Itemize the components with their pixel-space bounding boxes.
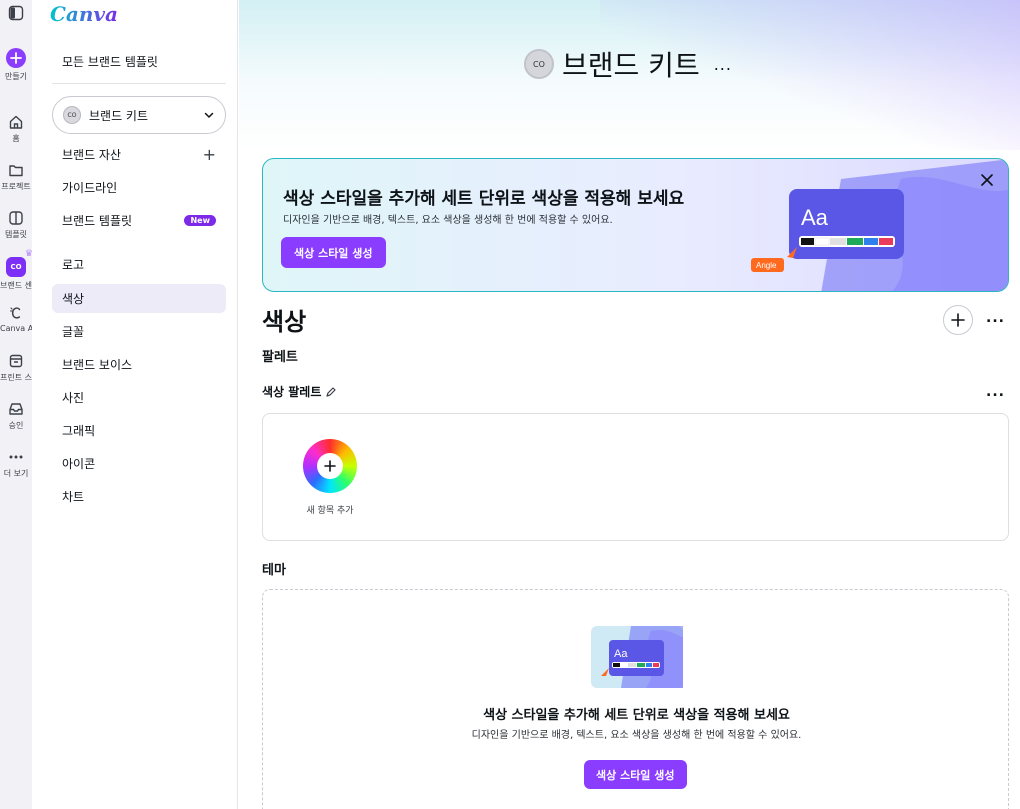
more-icon: [9, 455, 23, 459]
add-color-button[interactable]: [943, 305, 973, 335]
all-brand-templates-link[interactable]: 모든 브랜드 템플릿: [62, 53, 158, 70]
colors-heading: 색상: [262, 308, 307, 336]
theme-empty-title: 색상 스타일을 추가해 세트 단위로 색상을 적용해 보세요: [483, 708, 790, 723]
add-new-label: 새 항목 추가: [306, 506, 354, 516]
sidebar-item-guidelines[interactable]: 가이드라인: [52, 173, 226, 202]
sidebar-item-brand-assets[interactable]: 브랜드 자산 +: [52, 140, 226, 169]
rail-label-templates: 템플릿: [4, 230, 28, 239]
colors-more-button[interactable]: ...: [986, 310, 1005, 326]
theme-art-text: Aa: [614, 648, 628, 660]
home-icon: [9, 115, 23, 129]
add-asset-plus-icon[interactable]: +: [203, 146, 216, 163]
sidebar-item-label: 색상: [62, 292, 85, 306]
pencil-icon[interactable]: [325, 386, 337, 398]
create-color-style-button[interactable]: 색상 스타일 생성: [281, 237, 386, 268]
close-icon[interactable]: [978, 171, 996, 189]
main-content: CO 브랜드 키트 ... 색상 스타일을 추가해 세트 단위로 색상을 적용해…: [239, 0, 1020, 809]
sidebar-toggle-button[interactable]: [0, 5, 32, 21]
sidebar-item-brand-voice[interactable]: 브랜드 보이스: [52, 350, 226, 379]
brand-kit-select[interactable]: CO 브랜드 키트: [52, 96, 226, 134]
create-color-style-button-secondary[interactable]: 색상 스타일 생성: [584, 760, 687, 789]
sidebar-item-label: 글꼴: [62, 325, 85, 339]
rail-item-templates[interactable]: 템플릿: [0, 210, 32, 240]
add-color-swatch-button[interactable]: [303, 439, 357, 493]
brand-icon: CO ♛: [6, 249, 33, 277]
sidebar-item-label: 브랜드 자산: [62, 148, 122, 162]
theme-illustration: Aa: [591, 626, 683, 688]
divider: [52, 83, 226, 84]
page-title-text: 브랜드 키트: [562, 49, 700, 82]
print-icon: [9, 354, 23, 368]
rail-item-print[interactable]: 프린트 스...: [0, 353, 32, 383]
color-palette-title[interactable]: 색상 팔레트: [262, 383, 337, 400]
canva-ai-icon: [9, 307, 21, 319]
sidebar-item-fonts[interactable]: 글꼴: [52, 317, 226, 346]
banner-subtitle: 디자인을 기반으로 배경, 텍스트, 요소 색상을 생성해 한 번에 적용할 수…: [283, 215, 613, 226]
brand-sidebar: Canva 모든 브랜드 템플릿 CO 브랜드 키트 브랜드 자산 + 가이드라…: [32, 0, 238, 809]
chevron-down-icon: [204, 112, 214, 118]
sidebar-item-colors[interactable]: 색상: [52, 284, 226, 313]
title-more-button[interactable]: ...: [714, 55, 732, 74]
rail-label-canva-ai: Canva AI: [0, 324, 32, 333]
new-badge: New: [184, 215, 216, 226]
sidebar-item-label: 사진: [62, 391, 85, 405]
rail-label-approval: 승인: [8, 421, 24, 430]
create-button[interactable]: 만들기: [0, 48, 32, 82]
sidebar-item-label: 로고: [62, 258, 85, 272]
palette-heading: 팔레트: [262, 350, 298, 365]
template-icon: [9, 211, 23, 225]
plus-icon: [6, 48, 26, 68]
sidebar-item-icons[interactable]: 아이콘: [52, 449, 226, 478]
theme-empty-state: Aa 색상 스타일을 추가해 세트 단위로 색상을 적용해 보세요 디자인을 기…: [262, 589, 1009, 809]
sidebar-item-label: 아이콘: [62, 457, 96, 471]
sidebar-item-logo[interactable]: 로고: [52, 250, 226, 279]
rail-label-more: 더 보기: [3, 469, 29, 478]
rail-label-projects: 프로젝트: [1, 182, 31, 191]
sidebar-item-label: 브랜드 템플릿: [62, 214, 133, 228]
sidebar-item-label: 가이드라인: [62, 181, 118, 195]
rail-item-home[interactable]: 홈: [0, 114, 32, 144]
theme-heading: 테마: [262, 563, 286, 578]
rail-item-brand[interactable]: CO ♛ 브랜드 센터: [0, 249, 33, 291]
banner-art-tag: Angle: [756, 261, 777, 270]
sidebar-item-graphics[interactable]: 그래픽: [52, 416, 226, 445]
brand-kit-select-label: 브랜드 키트: [89, 108, 149, 123]
rail-item-more[interactable]: 더 보기: [0, 449, 32, 479]
sidebar-item-label: 차트: [62, 490, 85, 504]
color-style-banner: 색상 스타일을 추가해 세트 단위로 색상을 적용해 보세요 디자인을 기반으로…: [262, 158, 1009, 292]
canva-logo[interactable]: Canva: [50, 2, 118, 26]
folder-icon: [9, 165, 23, 177]
app-root: 만들기 홈 프로젝트 템플릿 CO ♛ 브랜드 센 Canva A 프린트 스 …: [0, 0, 1020, 809]
sidebar-item-brand-templates[interactable]: 브랜드 템플릿 New: [52, 206, 226, 235]
rail-item-approval[interactable]: 승인: [0, 401, 32, 431]
create-label: 만들기: [4, 72, 28, 81]
color-palette-label: 색상 팔레트: [262, 385, 322, 399]
sidebar-item-photos[interactable]: 사진: [52, 383, 226, 412]
sidebar-item-label: 그래픽: [62, 424, 96, 438]
palette-more-button[interactable]: ...: [986, 384, 1005, 400]
rail-item-projects[interactable]: 프로젝트: [0, 162, 32, 192]
panel-toggle-icon: [8, 5, 24, 21]
sidebar-item-label: 브랜드 보이스: [62, 358, 133, 372]
sidebar-item-charts[interactable]: 차트: [52, 482, 226, 511]
brand-kit-avatar: CO: [63, 106, 81, 124]
inbox-icon: [9, 403, 23, 415]
rail-item-canva-ai[interactable]: Canva AI: [0, 305, 32, 333]
brand-kit-avatar: CO: [524, 49, 554, 79]
rail-label-print: 프린트 스...: [0, 373, 32, 382]
banner-title: 색상 스타일을 추가해 세트 단위로 색상을 적용해 보세요: [283, 189, 685, 209]
page-title: CO 브랜드 키트 ...: [524, 44, 732, 84]
rail-label-brand: 브랜드 센터: [0, 281, 32, 290]
banner-art-text: Aa: [801, 205, 829, 230]
icon-rail: 만들기 홈 프로젝트 템플릿 CO ♛ 브랜드 센 Canva A 프린트 스 …: [0, 0, 33, 809]
rail-label-home: 홈: [12, 134, 20, 143]
theme-empty-subtitle: 디자인을 기반으로 배경, 텍스트, 요소 색상을 생성해 한 번에 적용할 수…: [471, 730, 802, 741]
plus-icon: [951, 313, 965, 327]
banner-illustration: Aa Angle: [751, 159, 1008, 291]
color-palette-box: 새 항목 추가: [262, 413, 1009, 541]
plus-icon: [317, 453, 343, 479]
